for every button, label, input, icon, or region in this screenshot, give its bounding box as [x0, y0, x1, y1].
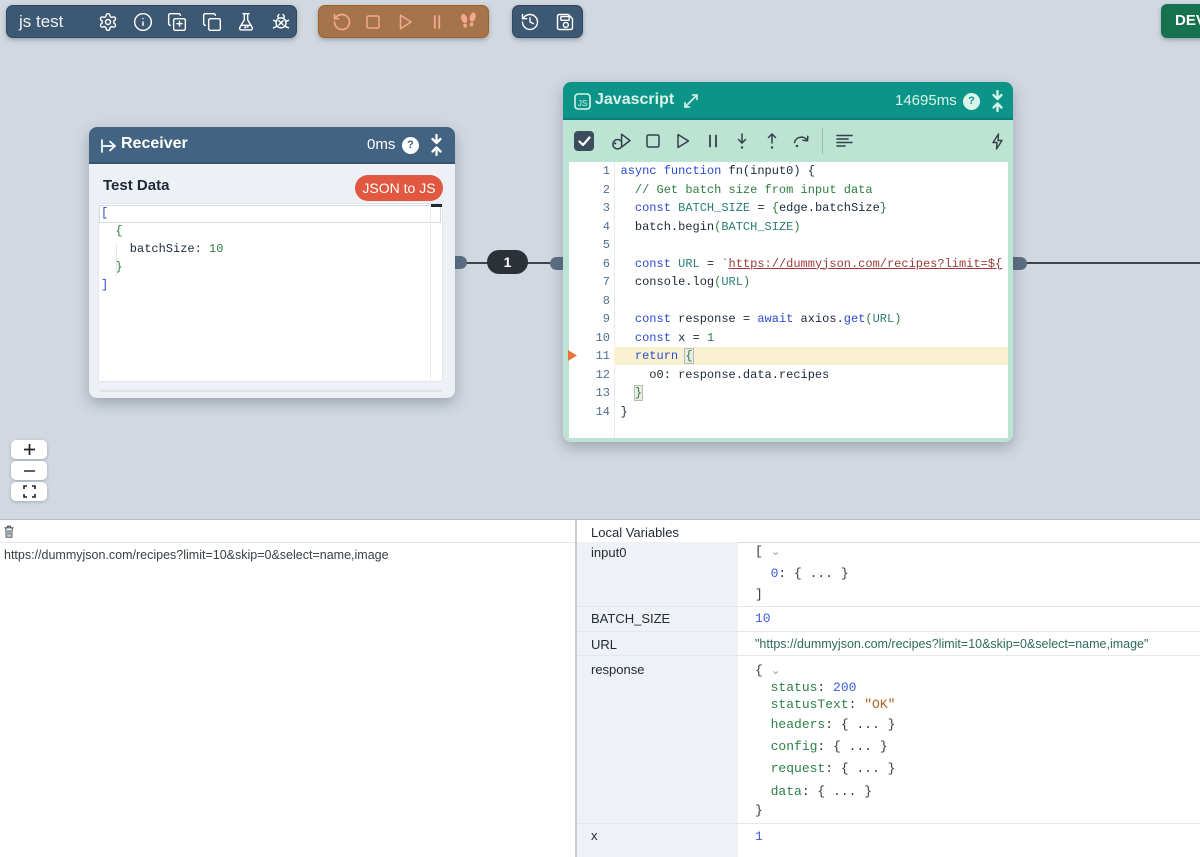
svg-text:JS: JS: [578, 99, 587, 108]
